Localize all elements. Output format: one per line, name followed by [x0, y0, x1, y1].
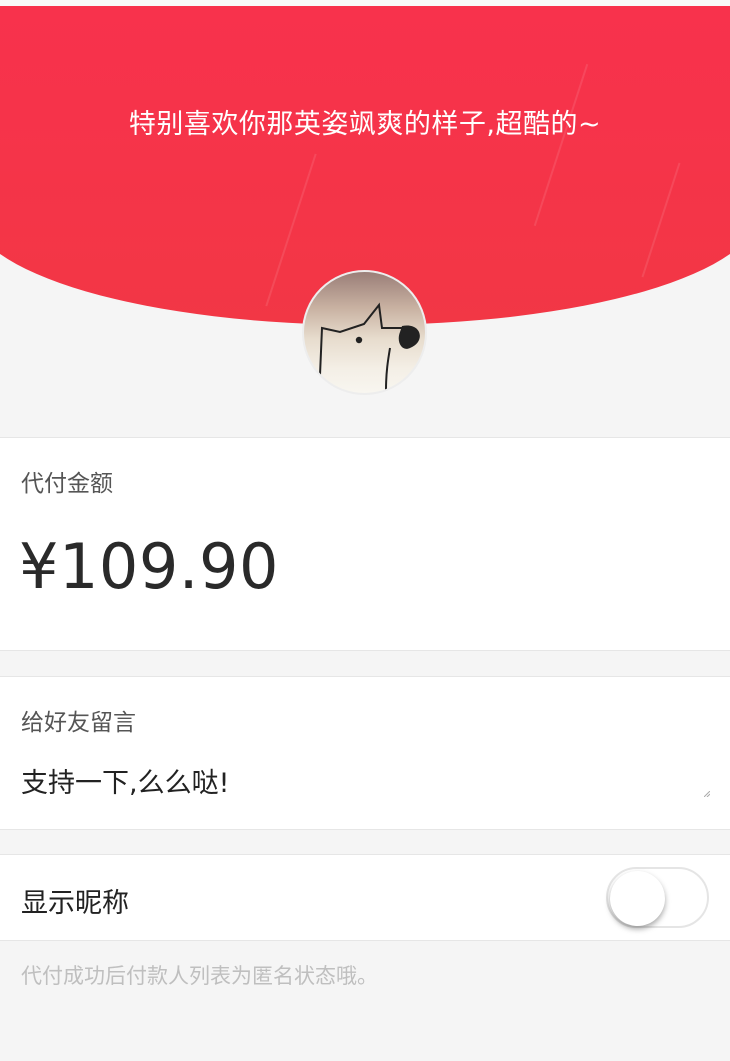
message-input[interactable] — [21, 761, 701, 801]
anonymous-hint: 代付成功后付款人列表为匿名状态哦。 — [21, 964, 378, 988]
dog-avatar-icon — [319, 302, 420, 391]
message-label: 给好友留言 — [21, 710, 136, 736]
amount-value: ¥109.90 — [19, 530, 279, 603]
header-slogan: 特别喜欢你那英姿飒爽的样子,超酷的~ — [128, 109, 602, 140]
message-card: 给好友留言 — [0, 676, 730, 830]
nickname-label: 显示昵称 — [21, 888, 129, 919]
status-strip — [0, 0, 730, 6]
toggle-knob — [610, 871, 665, 926]
show-nickname-toggle[interactable] — [606, 867, 709, 928]
resize-grip-icon[interactable] — [704, 791, 710, 797]
nickname-card: 显示昵称 — [0, 854, 730, 941]
amount-label: 代付金额 — [21, 471, 113, 497]
avatar — [302, 270, 427, 395]
pay-for-friend-page: 特别喜欢你那英姿飒爽的样子,超酷的~ 代付金额 ¥109.90 给好友留言 显示… — [0, 0, 730, 1061]
amount-card: 代付金额 ¥109.90 — [0, 437, 730, 651]
